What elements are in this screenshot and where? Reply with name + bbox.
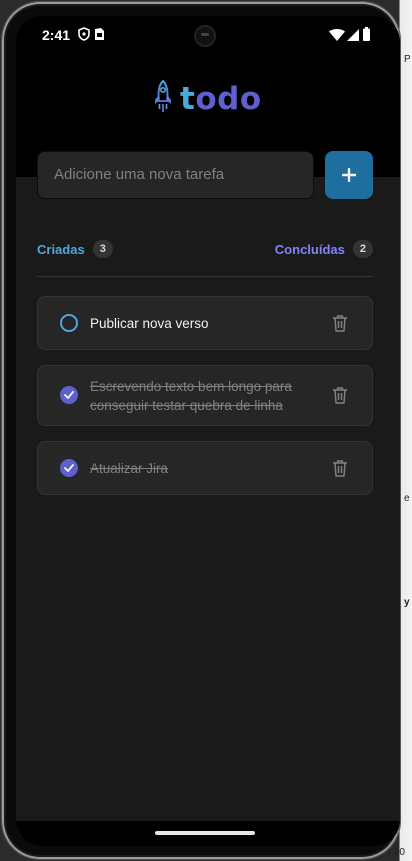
wifi-icon xyxy=(329,28,345,44)
background-text: e xyxy=(404,493,410,504)
new-task-input[interactable] xyxy=(52,165,306,184)
check-icon xyxy=(64,386,74,404)
task-text: Atualizar Jira xyxy=(90,461,169,476)
front-camera xyxy=(194,25,216,47)
created-counter: Criadas 3 xyxy=(37,240,113,258)
logo-text: todo xyxy=(180,81,262,117)
signal-icon xyxy=(347,28,359,44)
task-checkbox[interactable] xyxy=(60,314,78,332)
done-counter: Concluídas 2 xyxy=(275,240,373,258)
rocket-icon xyxy=(152,79,174,119)
background-text: P xyxy=(404,54,411,65)
task-text: Escrevendo texto bem longo para consegui… xyxy=(90,379,292,413)
trash-icon[interactable] xyxy=(332,386,348,404)
trash-icon[interactable] xyxy=(332,459,348,477)
task-counters: Criadas 3 Concluídas 2 xyxy=(37,240,373,260)
shield-icon xyxy=(78,27,90,44)
sim-card-icon xyxy=(94,27,105,44)
created-count-badge: 3 xyxy=(92,240,113,258)
task-checkbox[interactable] xyxy=(60,459,78,477)
status-time: 2:41 xyxy=(42,27,71,43)
add-task-button[interactable] xyxy=(325,151,373,199)
done-label: Concluídas xyxy=(274,241,345,257)
home-indicator[interactable] xyxy=(155,831,255,835)
check-icon xyxy=(64,459,74,477)
plus-icon xyxy=(341,162,357,188)
new-task-field[interactable] xyxy=(37,151,314,199)
background-text: y xyxy=(404,597,410,608)
done-count-badge: 2 xyxy=(352,240,373,258)
battery-icon xyxy=(363,27,370,44)
phone-screen: 2:41 todo Adicione uma nova tarefa Criad… xyxy=(16,16,400,846)
navigation-bar xyxy=(16,821,400,846)
phone-frame: 2:41 todo Adicione uma nova tarefa Criad… xyxy=(2,2,400,859)
status-bar: 2:41 xyxy=(16,16,400,54)
task-checkbox[interactable] xyxy=(60,386,78,404)
background-text: y 10 xyxy=(386,847,405,858)
created-label: Criadas xyxy=(37,241,85,257)
task-item: Escrevendo texto bem longo para consegui… xyxy=(37,365,373,426)
task-item: Publicar nova verso xyxy=(37,296,373,350)
trash-icon[interactable] xyxy=(332,314,348,332)
task-item: Atualizar Jira xyxy=(37,441,373,495)
divider xyxy=(37,276,373,277)
app-logo: todo xyxy=(152,79,262,119)
task-text: Publicar nova verso xyxy=(90,316,209,331)
